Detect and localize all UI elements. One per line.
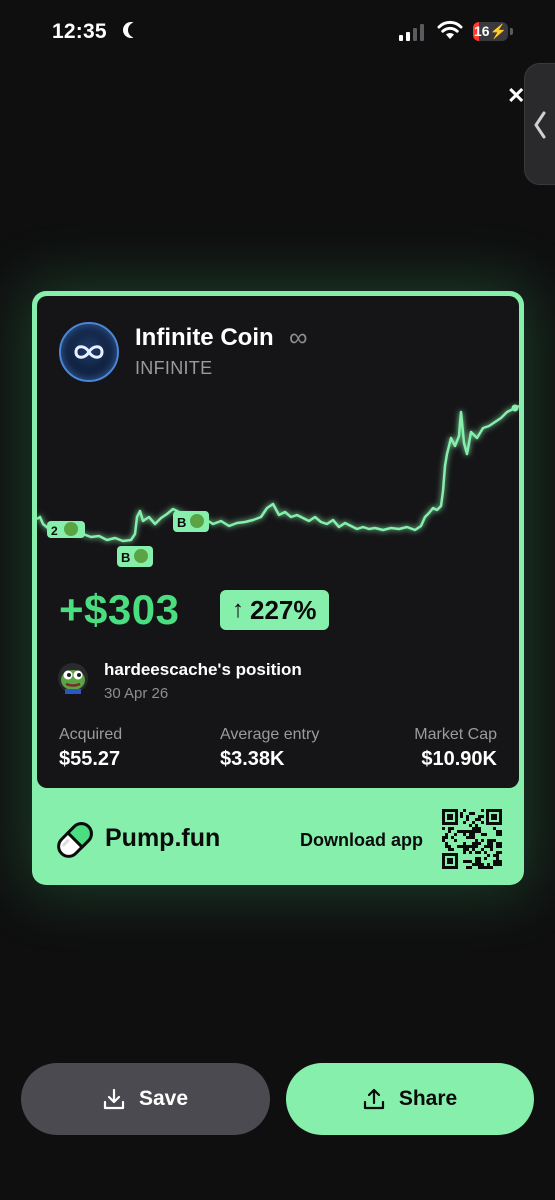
- stat-average-entry-value: $3.38K: [220, 748, 285, 770]
- pill-icon: [57, 822, 93, 858]
- pepe-avatar-icon: [190, 514, 204, 528]
- price-chart: 2 B B: [37, 404, 519, 567]
- stat-acquired-value: $55.27: [59, 748, 121, 770]
- chart-marker-2[interactable]: B: [117, 546, 153, 567]
- infinity-icon: [74, 345, 104, 359]
- chart-marker-label: B: [177, 515, 186, 530]
- holder-date: 30 Apr 26: [104, 685, 169, 702]
- status-time: 12:35: [52, 20, 107, 43]
- holder-name: hardeescache's position: [104, 660, 302, 679]
- chart-marker-label: 2: [51, 524, 58, 538]
- battery-icon: 16⚡: [473, 22, 508, 41]
- battery-level: 16⚡: [473, 23, 507, 39]
- pnl-value: +$303: [59, 586, 180, 633]
- wifi-icon: [437, 20, 463, 39]
- pnl-share-card: Infinite Coin ∞ INFINITE 2 B B +$303 ↑ 2…: [32, 291, 524, 885]
- qr-code-icon[interactable]: [442, 809, 502, 869]
- arrow-up-icon: ↑: [232, 596, 244, 623]
- pepe-avatar-icon: [58, 663, 88, 694]
- pnl-percent-badge: ↑ 227%: [220, 590, 329, 630]
- share-button[interactable]: Share: [286, 1063, 534, 1135]
- stat-market-cap-value: $10.90K: [421, 748, 497, 770]
- stat-market-cap-label: Market Cap: [414, 726, 497, 743]
- pnl-percent: 227%: [250, 594, 317, 625]
- pepe-avatar-icon: [134, 549, 148, 563]
- side-panel-tab[interactable]: [524, 63, 555, 185]
- download-app-label: Download app: [300, 830, 423, 850]
- price-line-end-dot: [511, 404, 519, 412]
- share-icon: [363, 1088, 384, 1110]
- pepe-avatar-icon: [64, 522, 78, 536]
- download-icon: [103, 1088, 125, 1110]
- chevron-left-icon: [534, 111, 546, 139]
- moon-icon: [128, 22, 144, 38]
- price-line: [37, 404, 519, 543]
- brand-name: Pump.fun: [105, 824, 221, 852]
- battery-cap: [510, 28, 513, 35]
- stat-average-entry-label: Average entry: [220, 726, 320, 743]
- signal-icon: [399, 24, 424, 41]
- save-button-label: Save: [138, 1087, 189, 1110]
- coin-ticker: INFINITE: [135, 358, 213, 378]
- save-button[interactable]: Save: [21, 1063, 270, 1135]
- stat-acquired-label: Acquired: [59, 726, 123, 743]
- chart-marker-label: B: [121, 550, 130, 565]
- chart-marker-3[interactable]: B: [173, 511, 209, 532]
- coin-name: Infinite Coin: [135, 324, 274, 351]
- share-button-label: Share: [398, 1087, 458, 1110]
- chart-marker-1[interactable]: 2: [47, 521, 85, 538]
- infinity-icon: ∞: [289, 322, 308, 352]
- card-content: Infinite Coin ∞ INFINITE 2 B B +$303 ↑ 2…: [37, 296, 519, 788]
- coin-logo: [59, 322, 119, 382]
- close-icon[interactable]: ✕: [507, 85, 525, 107]
